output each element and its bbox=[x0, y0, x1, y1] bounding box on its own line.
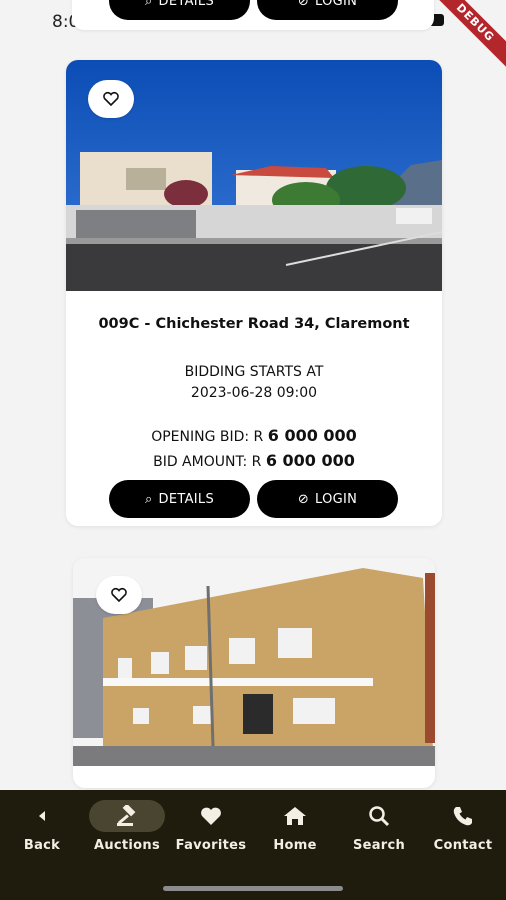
bidding-start: BIDDING STARTS AT 2023-06-28 09:00 bbox=[66, 362, 442, 404]
phone-icon bbox=[421, 800, 505, 832]
details-button[interactable]: ⌕ DETAILS bbox=[109, 480, 250, 518]
search-icon: ⌕ bbox=[144, 491, 153, 507]
listing-card[interactable]: 009C - Chichester Road 34, Claremont BID… bbox=[66, 60, 442, 526]
chevron-left-icon bbox=[0, 800, 84, 832]
details-button[interactable]: ⌕ DETAILS bbox=[109, 0, 250, 20]
bidding-start-datetime: 2023-06-28 09:00 bbox=[190, 385, 318, 401]
previous-listing-card: ⌕ DETAILS ⊘ LOGIN bbox=[72, 0, 434, 30]
opening-bid: OPENING BID: R 6 000 000 bbox=[151, 426, 357, 445]
debug-banner: DEBUG bbox=[429, 0, 506, 69]
nav-auctions[interactable]: Auctions bbox=[85, 800, 169, 853]
login-button[interactable]: ⊘ LOGIN bbox=[257, 0, 398, 20]
search-icon: ⌕ bbox=[144, 0, 153, 9]
favorite-button[interactable] bbox=[88, 80, 134, 118]
login-icon: ⊘ bbox=[297, 491, 310, 507]
bid-amount: BID AMOUNT: R 6 000 000 bbox=[153, 451, 355, 470]
nav-home[interactable]: Home bbox=[253, 800, 337, 853]
bidding-start-label: BIDDING STARTS AT bbox=[184, 364, 324, 380]
nav-contact[interactable]: Contact bbox=[421, 800, 505, 853]
bottom-navigation: Back Auctions Favorites Home Search Cont… bbox=[0, 790, 506, 900]
nav-search[interactable]: Search bbox=[337, 800, 421, 853]
heart-outline-icon bbox=[103, 91, 119, 107]
nav-favorites[interactable]: Favorites bbox=[169, 800, 253, 853]
login-icon: ⊘ bbox=[297, 0, 310, 9]
nav-back[interactable]: Back bbox=[0, 800, 84, 853]
gavel-icon bbox=[89, 800, 165, 832]
listing-card[interactable] bbox=[73, 558, 435, 788]
heart-icon bbox=[169, 800, 253, 832]
home-icon bbox=[253, 800, 337, 832]
listing-address: 009C - Chichester Road 34, Claremont bbox=[98, 316, 410, 332]
login-button[interactable]: ⊘ LOGIN bbox=[257, 480, 398, 518]
favorite-button[interactable] bbox=[96, 576, 142, 614]
bid-info: OPENING BID: R 6 000 000 BID AMOUNT: R 6… bbox=[66, 424, 442, 474]
home-indicator[interactable] bbox=[163, 886, 343, 891]
heart-outline-icon bbox=[111, 587, 127, 603]
search-icon bbox=[337, 800, 421, 832]
